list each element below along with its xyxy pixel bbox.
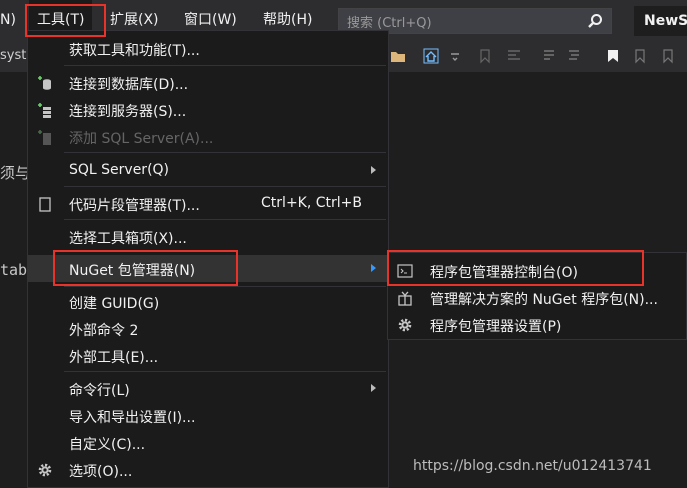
menu-item-label: SQL Server(Q) xyxy=(69,162,170,178)
package-icon xyxy=(398,291,412,306)
submenu-arrow-icon xyxy=(371,166,376,174)
menu-item-add-sql-server[interactable]: 添加 SQL Server(A)... xyxy=(28,123,388,150)
menu-item-label: 导入和导出设置(I)... xyxy=(69,410,196,426)
watermark: https://blog.csdn.net/u012413741 xyxy=(413,458,652,474)
database-plus-icon xyxy=(38,76,51,90)
submenu-item-label: 程序包管理器设置(P) xyxy=(430,319,562,335)
menu-item-label: 选项(O)... xyxy=(69,464,133,480)
menu-item-label: 连接到服务器(S)... xyxy=(69,104,187,120)
snippet-icon xyxy=(39,197,51,212)
menu-item-shortcut: Ctrl+K, Ctrl+B xyxy=(261,195,362,211)
highlight-nuget-item xyxy=(53,250,238,286)
menu-item-label: 创建 GUID(G) xyxy=(69,296,160,312)
menu-item-import-export[interactable]: 导入和导出设置(I)... xyxy=(28,402,388,429)
menu-item-label: 连接到数据库(D)... xyxy=(69,77,189,93)
menu-item-connect-database[interactable]: 连接到数据库(D)... xyxy=(28,69,388,96)
layout-icon[interactable] xyxy=(506,48,522,64)
submenu-item-manage-nuget-packages[interactable]: 管理解决方案的 NuGet 程序包(N)... xyxy=(388,284,686,311)
menu-item-label: 添加 SQL Server(A)... xyxy=(69,131,214,147)
uncomment-icon[interactable] xyxy=(566,48,582,64)
submenu-item-package-manager-settings[interactable]: 程序包管理器设置(P) xyxy=(388,311,686,338)
menu-item-snippet-manager[interactable]: 代码片段管理器(T)... Ctrl+K, Ctrl+B xyxy=(28,190,388,217)
submenu-arrow-icon xyxy=(371,384,376,392)
menu-item-command-line[interactable]: 命令行(L) xyxy=(28,375,388,402)
menu-item-label: 自定义(C)... xyxy=(69,437,146,453)
gear-icon xyxy=(38,463,52,477)
menu-item-label: 选择工具箱项(X)... xyxy=(69,231,187,247)
gear-icon xyxy=(398,318,412,332)
bookmark-icon[interactable] xyxy=(478,48,494,64)
highlight-tools-menu xyxy=(25,4,106,37)
dropdown-icon[interactable] xyxy=(448,48,464,64)
menu-separator xyxy=(64,219,386,220)
home-icon[interactable] xyxy=(423,48,439,64)
editor-fragment: tab xyxy=(0,261,28,279)
menu-item-choose-toolbox[interactable]: 选择工具箱项(X)... xyxy=(28,223,388,250)
highlight-console-item xyxy=(387,250,644,286)
menu-separator xyxy=(64,186,386,187)
search-icon[interactable] xyxy=(587,13,603,29)
sql-server-add-icon xyxy=(38,130,51,145)
search-placeholder: 搜索 (Ctrl+Q) xyxy=(347,16,432,31)
solution-name[interactable]: NewS xyxy=(634,6,687,36)
menu-item-create-guid[interactable]: 创建 GUID(G) xyxy=(28,288,388,315)
menu-separator xyxy=(64,65,386,66)
server-plus-icon xyxy=(38,103,51,118)
menu-partial[interactable]: N) xyxy=(0,0,24,40)
folder-icon[interactable] xyxy=(390,48,406,64)
menu-item-connect-server[interactable]: 连接到服务器(S)... xyxy=(28,96,388,123)
menu-item-get-tools[interactable]: 获取工具和功能(T)... xyxy=(28,35,388,62)
submenu-arrow-icon xyxy=(371,264,376,272)
prev-bookmark-icon[interactable] xyxy=(632,48,648,64)
menu-separator xyxy=(64,286,386,287)
menu-item-label: 外部命令 2 xyxy=(69,323,139,339)
comment-icon[interactable] xyxy=(541,48,557,64)
next-bookmark-icon[interactable] xyxy=(660,48,676,64)
editor-fragment: 须与 xyxy=(0,164,31,182)
submenu-item-label: 管理解决方案的 NuGet 程序包(N)... xyxy=(430,292,658,308)
menu-item-label: 外部工具(E)... xyxy=(69,350,159,366)
menu-separator xyxy=(64,152,386,153)
menu-item-external-command-2[interactable]: 外部命令 2 xyxy=(28,315,388,342)
menu-separator xyxy=(64,371,386,372)
menu-item-sql-server[interactable]: SQL Server(Q) xyxy=(28,157,388,184)
menu-item-external-tools[interactable]: 外部工具(E)... xyxy=(28,342,388,369)
menu-item-label: 获取工具和功能(T)... xyxy=(69,43,200,59)
menu-item-label: 代码片段管理器(T)... xyxy=(69,198,200,214)
menu-item-options[interactable]: 选项(O)... xyxy=(28,456,388,483)
menu-item-label: 命令行(L) xyxy=(69,383,130,399)
menu-item-customize[interactable]: 自定义(C)... xyxy=(28,429,388,456)
flag-icon[interactable] xyxy=(605,48,621,64)
